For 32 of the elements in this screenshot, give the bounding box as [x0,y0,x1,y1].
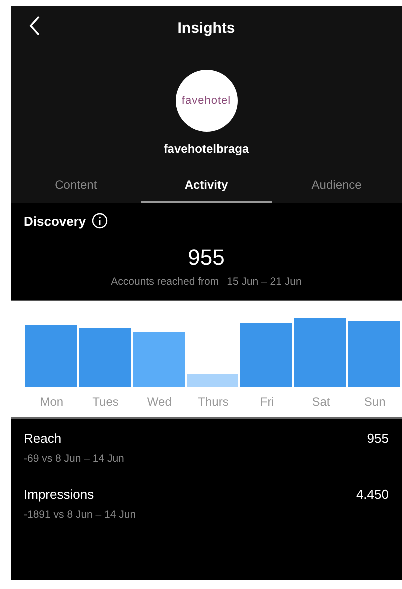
day-label: Sat [312,395,330,409]
chart-bar [186,374,238,387]
metric-label: Reach [24,431,62,446]
metric-value: 955 [367,431,389,446]
day-label: Fri [260,395,274,409]
metric-label: Impressions [24,487,94,502]
chart-bar [348,321,400,387]
chart-bar [132,332,185,387]
logo-text: favehotel [182,95,232,107]
metric-value: 4.450 [356,487,389,502]
username: favehotelbraga [164,142,250,156]
tab[interactable]: Content [11,172,142,203]
metric-change: -1891 vs 8 Jun – 14 Jun [24,509,138,521]
back-icon[interactable] [29,16,41,36]
section-title: Discovery [24,214,86,228]
date-range: 15 Jun – 21 Jun [227,276,302,288]
day-label: Wed [147,395,172,409]
accounts-reached-value: 955 [187,245,226,271]
chart-bar [240,322,292,387]
day-label: Mon [40,395,64,409]
chart-bar [25,325,77,387]
info-icon[interactable] [92,213,108,229]
chart-bar [78,328,131,387]
day-label: Thurs [198,395,229,409]
day-label: Tues [92,395,119,409]
day-label: Sun [364,395,386,409]
chart-bar [294,318,346,387]
metric-change: -69 vs 8 Jun – 14 Jun [24,453,126,465]
page-title: Insights [178,20,236,36]
tab[interactable]: Audience [272,172,402,203]
caption: Accounts reached from [111,276,220,288]
tab[interactable]: Activity [141,172,272,203]
